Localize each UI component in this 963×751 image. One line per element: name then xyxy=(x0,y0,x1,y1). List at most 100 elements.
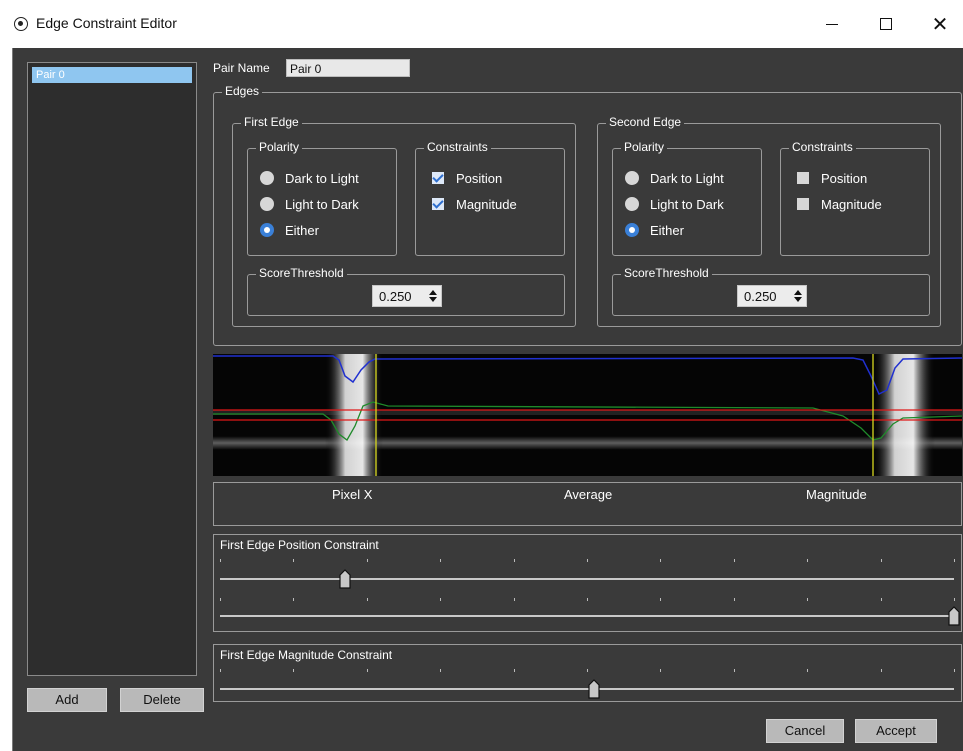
first-polarity-group: Polarity Dark to Light Light to Dark Eit… xyxy=(247,140,397,256)
pixel-x-label: Pixel X xyxy=(332,487,373,502)
second-score-threshold-group: ScoreThreshold 0.250 xyxy=(612,266,930,316)
pair-list-item[interactable]: Pair 0 xyxy=(32,67,192,83)
slider-tick xyxy=(660,559,662,562)
close-button[interactable]: ✕ xyxy=(920,8,960,40)
maximize-icon xyxy=(880,18,892,30)
pair-name-label: Pair Name xyxy=(213,61,270,75)
second-dark-to-light-radio[interactable]: Dark to Light xyxy=(625,169,724,187)
pair-name-input[interactable]: Pair 0 xyxy=(286,59,410,77)
slider-tick xyxy=(954,598,955,601)
magnitude-slider-thumb[interactable] xyxy=(588,679,600,699)
second-polarity-group: Polarity Dark to Light Light to Dark Eit… xyxy=(612,140,762,256)
checkbox-unchecked-icon xyxy=(797,172,809,184)
radio-icon xyxy=(625,197,639,211)
slider-tick xyxy=(733,669,735,672)
first-score-threshold-group: ScoreThreshold 0.250 xyxy=(247,266,565,316)
maximize-button[interactable] xyxy=(866,8,906,40)
magnitude-constraint-panel: First Edge Magnitude Constraint xyxy=(213,644,962,702)
slider-tick xyxy=(733,598,735,601)
edges-group: Edges First Edge Polarity Dark to Light … xyxy=(213,84,962,346)
checkbox-checked-icon xyxy=(432,198,444,210)
accept-button[interactable]: Accept xyxy=(855,719,937,743)
slider-tick xyxy=(220,559,221,562)
edge-profile-graphic xyxy=(213,354,962,476)
average-label: Average xyxy=(564,487,613,502)
first-magnitude-checkbox[interactable]: Magnitude xyxy=(432,195,517,213)
slider-tick xyxy=(807,598,809,601)
first-either-radio[interactable]: Either xyxy=(260,221,319,239)
first-constraints-group: Constraints Position Magnitude xyxy=(415,140,565,256)
first-light-to-dark-radio[interactable]: Light to Dark xyxy=(260,195,359,213)
slider-tick xyxy=(733,559,735,562)
edge-profile-view[interactable] xyxy=(213,354,962,476)
first-constraints-label: Constraints xyxy=(424,140,491,154)
edges-group-label: Edges xyxy=(222,84,263,98)
app-icon xyxy=(14,17,28,31)
second-score-threshold-label: ScoreThreshold xyxy=(621,266,712,280)
slider-tick xyxy=(513,559,515,562)
position-lower-slider-thumb[interactable] xyxy=(339,569,351,589)
second-polarity-label: Polarity xyxy=(621,140,668,154)
checkbox-unchecked-icon xyxy=(797,198,809,210)
position-upper-track[interactable] xyxy=(220,615,954,617)
cancel-button[interactable]: Cancel xyxy=(766,719,844,743)
radio-icon xyxy=(260,197,274,211)
slider-tick xyxy=(954,559,955,562)
window-title: Edge Constraint Editor xyxy=(36,15,177,31)
slider-tick xyxy=(880,669,882,672)
spinner-arrows-icon[interactable] xyxy=(428,288,438,304)
minimize-button[interactable] xyxy=(812,8,852,40)
slider-tick xyxy=(880,598,882,601)
second-position-checkbox[interactable]: Position xyxy=(797,169,867,187)
slider-tick xyxy=(293,559,295,562)
add-pair-button[interactable]: Add xyxy=(27,688,107,712)
position-constraint-label: First Edge Position Constraint xyxy=(220,538,379,552)
radio-selected-icon xyxy=(625,223,639,237)
slider-tick xyxy=(440,598,442,601)
slider-tick xyxy=(660,669,662,672)
slider-tick xyxy=(807,669,809,672)
second-magnitude-checkbox[interactable]: Magnitude xyxy=(797,195,882,213)
magnitude-track[interactable] xyxy=(220,688,954,690)
second-score-threshold-spinner[interactable]: 0.250 xyxy=(737,285,807,307)
magnitude-constraint-label: First Edge Magnitude Constraint xyxy=(220,648,393,662)
spinner-arrows-icon[interactable] xyxy=(793,288,803,304)
slider-tick xyxy=(660,598,662,601)
magnitude-label: Magnitude xyxy=(806,487,867,502)
second-constraints-group: Constraints Position Magnitude xyxy=(780,140,930,256)
slider-tick xyxy=(807,559,809,562)
slider-tick xyxy=(366,669,368,672)
position-constraint-panel: First Edge Position Constraint xyxy=(213,534,962,632)
slider-tick xyxy=(440,669,442,672)
first-score-threshold-label: ScoreThreshold xyxy=(256,266,347,280)
second-either-radio[interactable]: Either xyxy=(625,221,684,239)
radio-selected-icon xyxy=(260,223,274,237)
first-score-threshold-spinner[interactable]: 0.250 xyxy=(372,285,442,307)
slider-tick xyxy=(880,559,882,562)
second-light-to-dark-radio[interactable]: Light to Dark xyxy=(625,195,724,213)
position-lower-track[interactable] xyxy=(220,578,954,580)
pair-list[interactable]: Pair 0 xyxy=(27,62,197,676)
second-constraints-label: Constraints xyxy=(789,140,856,154)
slider-tick xyxy=(366,559,368,562)
profile-legend-bar: Pixel X Average Magnitude xyxy=(213,482,962,526)
first-dark-to-light-radio[interactable]: Dark to Light xyxy=(260,169,359,187)
slider-tick xyxy=(293,598,295,601)
magnitude-ticks xyxy=(220,669,955,672)
slider-tick xyxy=(366,598,368,601)
delete-pair-button[interactable]: Delete xyxy=(120,688,204,712)
first-edge-group: First Edge Polarity Dark to Light Light … xyxy=(232,115,576,327)
editor-client-area: Pair 0 Add Delete Pair Name Pair 0 Edges… xyxy=(12,48,963,751)
close-icon: ✕ xyxy=(931,12,949,36)
slider-tick xyxy=(587,598,588,601)
first-polarity-label: Polarity xyxy=(256,140,303,154)
slider-tick xyxy=(220,669,221,672)
position-upper-slider-thumb[interactable] xyxy=(948,606,960,626)
position-upper-ticks xyxy=(220,598,955,601)
first-position-checkbox[interactable]: Position xyxy=(432,169,502,187)
title-bar: Edge Constraint Editor ✕ xyxy=(0,0,963,48)
first-edge-label: First Edge xyxy=(241,115,302,129)
slider-tick xyxy=(587,669,588,672)
slider-tick xyxy=(220,598,221,601)
second-edge-label: Second Edge xyxy=(606,115,685,129)
